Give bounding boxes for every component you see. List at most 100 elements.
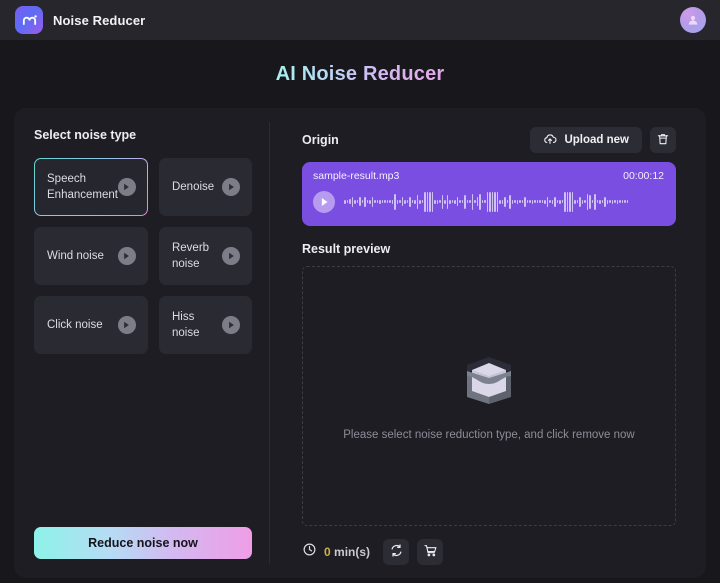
play-icon[interactable]: [117, 178, 136, 196]
waveform-bar: [619, 200, 621, 203]
refresh-button[interactable]: [383, 539, 410, 565]
play-icon[interactable]: [222, 316, 240, 334]
waveform-bar: [474, 200, 476, 203]
noise-type-card-hiss-noise[interactable]: Hiss noise: [158, 296, 252, 354]
waveform-bar: [539, 200, 541, 203]
waveform-bar: [529, 200, 531, 203]
waveform-bar: [419, 199, 421, 204]
result-preview-dropzone[interactable]: Please select noise reduction type, and …: [302, 266, 676, 526]
waveform-bar: [524, 196, 526, 207]
noise-type-label: Reverb noise: [171, 242, 210, 270]
brand: Noise Reducer: [15, 6, 145, 34]
waveform-bar: [626, 200, 628, 203]
origin-actions: Upload new: [530, 127, 676, 153]
waveform-bar: [534, 200, 536, 203]
noise-type-label: Denoise: [171, 181, 215, 193]
noise-type-card-speech-enhancement[interactable]: Speech Enhancement: [34, 158, 148, 216]
waveform-bar: [456, 197, 458, 206]
waveform-bar: [519, 200, 521, 203]
waveform-bar: [549, 200, 551, 203]
waveform-bar: [546, 196, 548, 207]
waveform-bar: [541, 200, 543, 203]
waveform-bar: [411, 200, 413, 203]
waveform-bar: [559, 199, 561, 204]
waveform-bar: [466, 200, 468, 203]
waveform-bar: [624, 200, 626, 203]
waveform-bar: [566, 191, 568, 212]
waveform-bar: [526, 200, 528, 203]
noise-type-label: Wind noise: [47, 250, 104, 262]
noise-type-label: Hiss noise: [171, 311, 200, 339]
audio-waveform[interactable]: [344, 190, 664, 214]
waveform-bar: [346, 200, 348, 203]
delete-audio-button[interactable]: [650, 127, 676, 153]
page-title: AI Noise Reducer: [275, 62, 445, 85]
noise-type-card-wind-noise[interactable]: Wind noise: [34, 227, 148, 285]
waveform-bar: [391, 199, 393, 204]
waveform-bar: [356, 200, 358, 203]
waveform-bar: [389, 200, 391, 203]
noise-type-grid: Speech Enhancement Denoise Wind noise Re…: [34, 158, 252, 354]
user-avatar-icon[interactable]: [680, 7, 706, 33]
waveform-bar: [454, 199, 456, 204]
waveform-bar: [351, 196, 353, 207]
waveform-bar: [426, 191, 428, 212]
waveform-bar: [434, 199, 436, 204]
waveform-bar: [364, 196, 366, 207]
origin-label: Origin: [302, 133, 339, 147]
play-icon[interactable]: [222, 247, 240, 265]
waveform-bar: [586, 193, 588, 210]
waveform-bar: [581, 199, 583, 204]
waveform-bar: [354, 199, 356, 204]
waveform-bar: [604, 196, 606, 207]
waveform-bar: [501, 199, 503, 204]
shopping-cart-icon: [423, 543, 438, 561]
waveform-bar: [371, 196, 373, 207]
waveform-bar: [516, 199, 518, 204]
select-noise-type-label: Select noise type: [34, 128, 137, 142]
waveform-bar: [401, 197, 403, 206]
waveform-bar: [409, 196, 411, 207]
waveform-bar: [521, 200, 523, 203]
trash-icon: [656, 132, 670, 149]
noise-type-panel: Select noise type Speech Enhancement Den…: [14, 108, 269, 578]
waveform-bar: [589, 194, 591, 209]
reduce-noise-button[interactable]: Reduce noise now: [34, 527, 252, 559]
waveform-bar: [606, 199, 608, 204]
minutes-unit: min(s): [330, 545, 371, 559]
play-icon[interactable]: [313, 190, 335, 213]
noise-type-card-denoise[interactable]: Denoise: [158, 158, 252, 216]
waveform-bar: [431, 191, 433, 212]
waveform-bar: [369, 199, 371, 204]
waveform-bar: [579, 196, 581, 207]
waveform-bar: [479, 193, 481, 210]
play-icon[interactable]: [117, 247, 136, 265]
waveform-bar: [601, 200, 603, 203]
waveform-bar: [609, 200, 611, 203]
upload-new-button[interactable]: Upload new: [530, 127, 642, 153]
cart-button[interactable]: [417, 539, 444, 565]
minutes-balance: 0 min(s): [302, 542, 370, 562]
clock-icon: [302, 542, 317, 562]
waveform-bar: [614, 200, 616, 203]
waveform-bar: [594, 193, 596, 210]
play-icon[interactable]: [222, 178, 240, 196]
waveform-bar: [439, 200, 441, 203]
noise-type-card-reverb-noise[interactable]: Reverb noise: [158, 227, 252, 285]
audio-duration: 00:00:12: [623, 170, 664, 182]
waveform-bar: [471, 193, 473, 210]
waveform-bar: [496, 191, 498, 212]
waveform-bar: [551, 199, 553, 204]
noise-type-card-click-noise[interactable]: Click noise: [34, 296, 148, 354]
waveform-bar: [376, 200, 378, 203]
origin-header-row: Origin Upload new: [302, 127, 676, 153]
origin-audio-player[interactable]: sample-result.mp3 00:00:12: [302, 162, 676, 226]
waveform-bar: [536, 200, 538, 203]
waveform-bar: [569, 191, 571, 212]
waveform-bar: [506, 200, 508, 203]
play-icon[interactable]: [117, 316, 136, 334]
waveform-bar: [374, 200, 376, 203]
waveform-bar: [476, 197, 478, 206]
waveform-bar: [404, 199, 406, 204]
waveform-bar: [494, 191, 496, 212]
